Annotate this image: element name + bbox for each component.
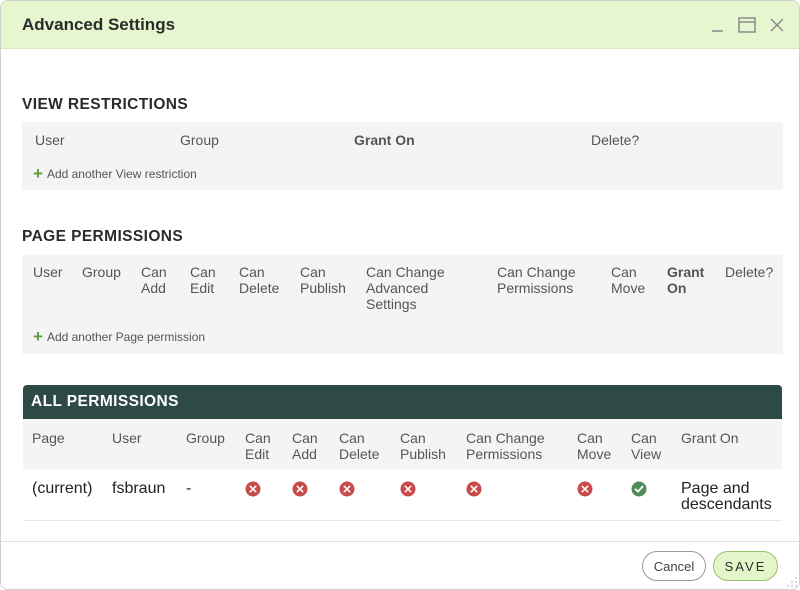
- window-title: Advanced Settings: [22, 15, 176, 34]
- x-circle-icon: [577, 481, 593, 497]
- add-view-restriction-link[interactable]: + Add another View restriction: [33, 164, 197, 183]
- view-restrictions-panel: User Group Grant On Delete? + Add anothe…: [22, 122, 783, 190]
- pp-col-can-add: Can Add: [141, 264, 167, 296]
- ap-col-page: Page: [32, 430, 65, 446]
- vr-col-delete: Delete?: [591, 132, 640, 148]
- pp-col-can-delete: Can Delete: [239, 264, 280, 296]
- x-circle-icon: [292, 481, 308, 497]
- vr-col-group: Group: [180, 132, 219, 148]
- pp-col-can-change-permissions: Can Change Permissions: [497, 264, 576, 296]
- pp-col-delete: Delete?: [725, 264, 774, 280]
- all-permissions-header: ALL PERMISSIONS: [23, 385, 782, 419]
- x-circle-icon: [245, 481, 261, 497]
- ap-col-can-change-permissions: Can Change Permissions: [466, 430, 545, 462]
- ap-col-can-edit: Can Edit: [245, 430, 271, 462]
- page-permissions-panel: User Group Can Add Can Edit Can Delete C…: [22, 255, 783, 354]
- plus-icon: +: [33, 327, 43, 346]
- add-page-permission-link[interactable]: + Add another Page permission: [33, 327, 206, 346]
- all-permissions-title: ALL PERMISSIONS: [31, 393, 179, 410]
- pp-col-can-edit: Can Edit: [190, 264, 216, 296]
- plus-icon: +: [33, 164, 43, 183]
- all-permissions-column-headers: Page User Group Can Edit Can Add Can Del…: [23, 419, 782, 469]
- row-grant-on: Page and descendants: [681, 480, 772, 513]
- dialog-footer: Cancel SAVE: [1, 541, 799, 589]
- add-view-restriction-label: Add another View restriction: [46, 167, 197, 181]
- pp-col-group: Group: [82, 264, 121, 280]
- pp-col-can-publish: Can Publish: [300, 264, 346, 296]
- ap-col-can-view: Can View: [631, 430, 662, 462]
- save-button[interactable]: SAVE: [713, 551, 778, 581]
- close-icon[interactable]: [767, 15, 787, 35]
- ap-col-group: Group: [186, 430, 225, 446]
- resize-grip-icon[interactable]: [786, 575, 798, 587]
- cancel-button[interactable]: Cancel: [642, 551, 706, 581]
- ap-col-can-add: Can Add: [292, 430, 318, 462]
- page-permissions-title: PAGE PERMISSIONS: [22, 228, 184, 245]
- add-page-permission-label: Add another Page permission: [46, 330, 206, 344]
- view-restrictions-title: VIEW RESTRICTIONS: [22, 96, 189, 113]
- ap-col-can-publish: Can Publish: [400, 430, 446, 462]
- row-group: -: [186, 480, 192, 497]
- ap-col-grant-on: Grant On: [681, 430, 739, 446]
- ap-col-can-move: Can Move: [577, 430, 612, 462]
- pp-col-user: User: [33, 264, 63, 280]
- row-page: (current): [32, 480, 93, 497]
- title-bar: Advanced Settings: [1, 1, 799, 49]
- x-circle-icon: [400, 481, 416, 497]
- check-circle-icon: [631, 481, 647, 497]
- minimize-icon[interactable]: [708, 15, 728, 35]
- vr-col-grant-on: Grant On: [354, 132, 415, 148]
- pp-col-can-change-advanced: Can Change Advanced Settings: [366, 264, 445, 312]
- row-user: fsbraun: [112, 480, 166, 497]
- x-circle-icon: [339, 481, 355, 497]
- maximize-icon[interactable]: [737, 15, 757, 35]
- x-circle-icon: [466, 481, 482, 497]
- table-row: (current) fsbraun - Page and descendants: [23, 469, 782, 521]
- ap-col-can-delete: Can Delete: [339, 430, 380, 462]
- pp-col-can-move: Can Move: [611, 264, 646, 296]
- ap-col-user: User: [112, 430, 142, 446]
- pp-col-grant-on: Grant On: [667, 264, 705, 296]
- advanced-settings-window: Advanced Settings VIEW RESTRICTIONS User…: [0, 0, 800, 590]
- vr-col-user: User: [35, 132, 65, 148]
